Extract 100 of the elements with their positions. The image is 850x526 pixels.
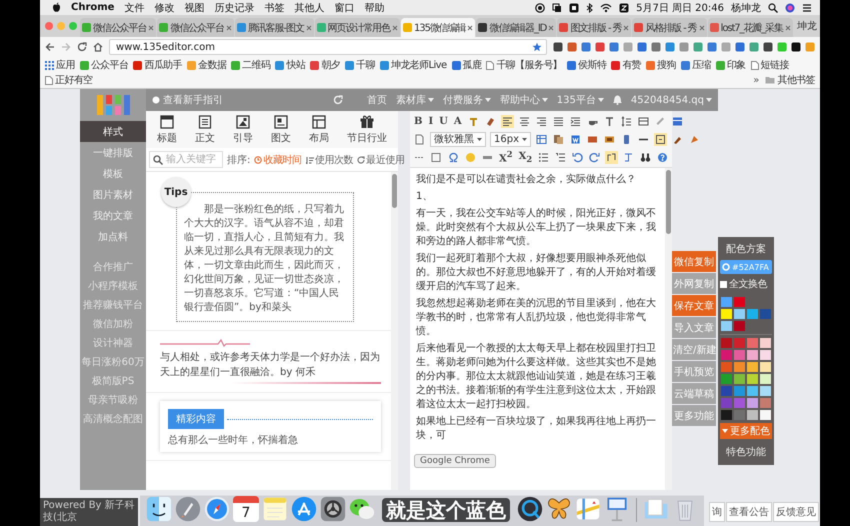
color-swatch[interactable] <box>721 338 732 348</box>
footer-button[interactable]: 询 <box>709 502 725 522</box>
bookmark-link[interactable]: 朝夕 <box>310 58 340 72</box>
color-swatch[interactable] <box>734 362 745 372</box>
recolor-checkbox[interactable]: 全文换色 <box>720 277 772 291</box>
record-icon[interactable] <box>535 2 546 12</box>
grid-table-icon[interactable] <box>535 132 548 146</box>
menu-item[interactable]: 帮助 <box>364 0 384 14</box>
format-button[interactable]: U <box>438 116 449 126</box>
color-swatch[interactable] <box>721 362 732 372</box>
color-swatch[interactable] <box>747 350 758 360</box>
indent-icon[interactable] <box>568 114 582 128</box>
bluetooth-icon[interactable] <box>586 2 594 12</box>
color-swatch[interactable] <box>734 309 745 319</box>
features-button[interactable]: 特色功能 <box>720 439 772 463</box>
color-swatch[interactable] <box>734 297 745 307</box>
menu-item[interactable]: 修改 <box>154 0 174 14</box>
more-bookmarks-button[interactable]: » <box>753 74 760 86</box>
window-controls-icon[interactable] <box>44 21 78 31</box>
color-swatch[interactable] <box>721 350 732 360</box>
color-swatch[interactable] <box>734 321 745 331</box>
input-method-icon[interactable] <box>619 2 630 12</box>
close-icon[interactable] <box>306 24 312 30</box>
close-icon[interactable] <box>548 24 554 30</box>
browser-tab[interactable]: 微信公众平台 <box>157 18 234 37</box>
category-tab[interactable]: 图文 <box>268 114 294 146</box>
color-swatch[interactable] <box>747 410 758 420</box>
align-center-icon[interactable] <box>518 114 531 128</box>
bookmark-link[interactable]: 金数据 <box>187 58 226 72</box>
script-button[interactable]: X$_{2}$ <box>518 150 534 164</box>
bookmark-link[interactable]: 搜狗 <box>646 58 676 72</box>
reload-icon[interactable] <box>77 42 87 52</box>
paste-doc-icon[interactable] <box>552 132 565 146</box>
omega-icon[interactable] <box>447 150 460 164</box>
color-swatch[interactable] <box>760 398 771 408</box>
bookmark-link[interactable]: 西瓜助手 <box>133 58 182 72</box>
app-menu[interactable]: Chrome <box>71 2 114 13</box>
menu-item[interactable]: 窗口 <box>334 0 354 14</box>
table-icon[interactable] <box>670 114 684 128</box>
calendar-icon[interactable]: 7 <box>233 496 259 522</box>
color-swatch[interactable] <box>760 309 771 319</box>
paste-icon[interactable] <box>605 150 618 164</box>
menu-item[interactable]: 文件 <box>124 0 144 14</box>
scrollbar[interactable] <box>391 172 398 490</box>
profile-name[interactable]: 坤龙 <box>797 19 817 33</box>
sort-option[interactable]: 最近使用 <box>357 152 405 166</box>
color-swatch[interactable] <box>721 386 732 396</box>
browser-tab[interactable]: 腾讯客服-图文 <box>234 18 314 37</box>
bookmark-link[interactable]: 公众平台 <box>80 58 128 72</box>
map-icon[interactable] <box>575 496 601 522</box>
format-button[interactable]: A <box>452 116 463 126</box>
browser-tab[interactable]: 风格排版 - 秀 <box>632 18 707 37</box>
bookmark-link[interactable]: 正好有空 <box>45 73 93 87</box>
refresh-icon[interactable] <box>333 95 343 105</box>
font-select[interactable]: 微软雅黑 <box>430 132 486 146</box>
category-tab[interactable]: 节日行业 <box>344 114 390 146</box>
template-icon[interactable] <box>430 150 443 164</box>
menu-item[interactable]: 历史记录 <box>214 0 254 14</box>
help-icon[interactable] <box>656 150 670 164</box>
bell-icon[interactable] <box>612 95 622 105</box>
color-swatch[interactable] <box>747 374 758 384</box>
close-icon[interactable] <box>148 24 154 30</box>
line-height-icon[interactable] <box>620 114 633 128</box>
apple-icon[interactable] <box>52 2 61 13</box>
q-circle-icon[interactable] <box>517 496 543 522</box>
bookmark-link[interactable]: 侯斯特 <box>567 58 606 72</box>
bullet-list-icon[interactable] <box>537 150 550 164</box>
category-tab[interactable]: 正文 <box>192 114 218 146</box>
format-button[interactable]: B <box>413 116 424 126</box>
align-left-icon[interactable] <box>500 114 514 128</box>
color-swatch[interactable] <box>760 410 771 420</box>
color-swatch[interactable] <box>760 338 771 348</box>
compass-icon[interactable] <box>204 496 230 522</box>
color-swatch[interactable] <box>760 350 771 360</box>
browser-tab[interactable]: 图文排版 - 秀 <box>557 18 632 37</box>
blank-page-icon[interactable] <box>413 132 426 146</box>
browser-tab[interactable]: lost7_花瓣_采集 <box>708 18 793 37</box>
close-icon[interactable] <box>392 24 398 30</box>
smiling-face-icon[interactable] <box>146 496 172 522</box>
binoculars-icon[interactable] <box>639 150 652 164</box>
menu-icon[interactable] <box>802 2 812 12</box>
color-swatch[interactable] <box>747 398 758 408</box>
color-swatch[interactable] <box>734 374 745 384</box>
sort-option[interactable]: 使用次数 <box>306 152 354 166</box>
justify-icon[interactable] <box>552 114 565 128</box>
square-app-icon[interactable] <box>569 2 580 12</box>
bookmark-link[interactable]: 孤鹿 <box>452 58 482 72</box>
color-swatch[interactable] <box>721 321 732 331</box>
color-swatch[interactable] <box>747 338 758 348</box>
bookmark-link[interactable]: 快站 <box>275 58 306 72</box>
color-swatch[interactable] <box>747 309 758 319</box>
browser-tab[interactable]: 135微信编辑 <box>401 18 476 37</box>
bookmark-link[interactable]: 千聊 <box>345 58 375 72</box>
close-icon[interactable] <box>698 24 705 30</box>
bookmark-link[interactable]: 压缩 <box>680 58 711 72</box>
color-swatch[interactable] <box>721 297 732 307</box>
color-swatch[interactable] <box>734 398 745 408</box>
bookmark-link[interactable]: 印象 <box>716 58 746 72</box>
redo-icon[interactable] <box>588 150 602 164</box>
color-swatch[interactable] <box>747 362 758 372</box>
